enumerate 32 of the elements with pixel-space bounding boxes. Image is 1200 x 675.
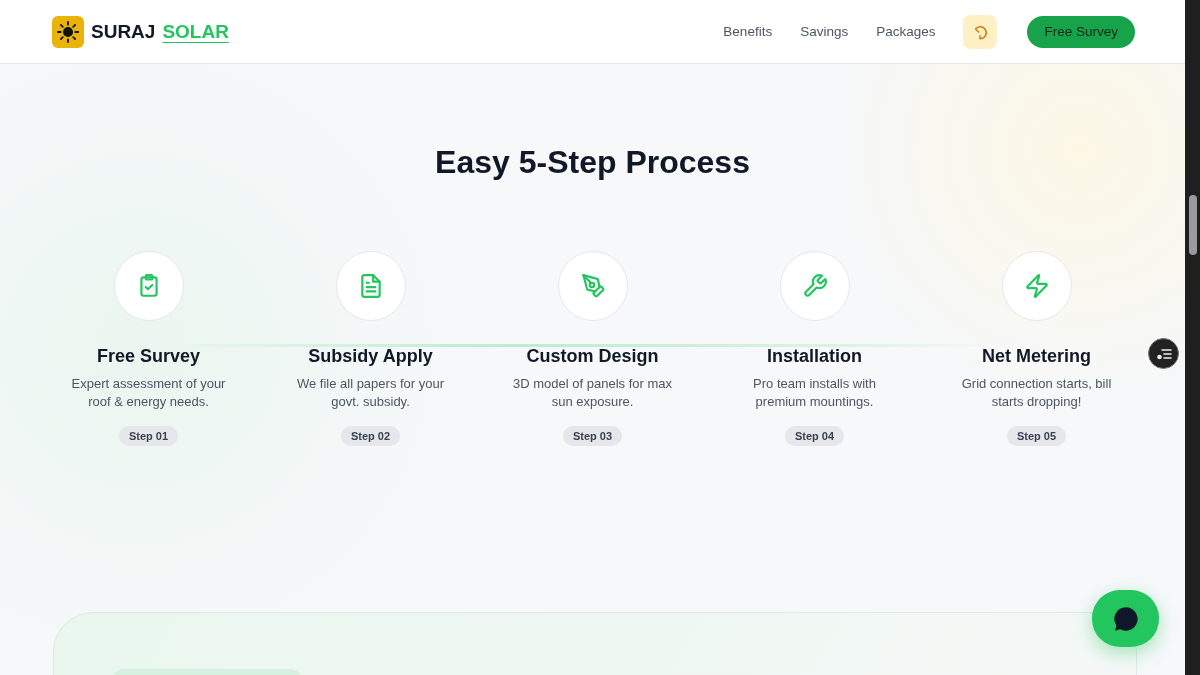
nav-link[interactable]: Savings xyxy=(800,24,849,39)
free-survey-button[interactable]: Free Survey xyxy=(1027,15,1135,48)
step-number: Step 02 xyxy=(340,426,401,446)
brand-name: SURAJ xyxy=(91,20,156,43)
step-description: We file all papers for your govt. subsidy. xyxy=(295,375,446,411)
brand-name-accent: SOLAR xyxy=(162,20,229,43)
section-title: Easy 5-Step Process xyxy=(434,144,751,181)
step-number: Step 05 xyxy=(1006,426,1067,446)
scrollbar[interactable] xyxy=(1185,0,1200,675)
step-description: Expert assessment of your roof & energy needs. xyxy=(70,375,227,411)
nav-link[interactable]: Benefits xyxy=(723,24,773,39)
step-number: Step 04 xyxy=(784,426,845,446)
step-title: Net Metering xyxy=(982,346,1091,367)
step-description: Pro team installs with premium mountings. xyxy=(752,375,877,411)
list-menu-button[interactable] xyxy=(1148,338,1179,369)
step-title: Custom Design xyxy=(526,346,659,367)
pen-nib-icon xyxy=(579,273,606,299)
lightning-icon xyxy=(1023,273,1050,299)
step-title: Subsidy Apply xyxy=(308,346,433,367)
wrench-icon xyxy=(801,273,828,299)
step-description: Grid connection starts, bill starts dropping! xyxy=(960,375,1113,411)
step-title: Free Survey xyxy=(96,346,201,367)
chat-icon[interactable] xyxy=(1111,604,1140,633)
step-title: Installation xyxy=(767,346,862,367)
step-description: 3D model of panels for max sun exposure. xyxy=(512,375,673,411)
step-number: Step 03 xyxy=(562,426,623,446)
theme-toggle-button[interactable] xyxy=(963,14,998,49)
list-icon[interactable] xyxy=(1155,346,1172,361)
nav-link[interactable]: Packages xyxy=(876,24,936,39)
step-number: Step 01 xyxy=(118,426,179,446)
chat-button[interactable] xyxy=(1092,590,1159,647)
sun-logo-icon xyxy=(52,15,84,48)
